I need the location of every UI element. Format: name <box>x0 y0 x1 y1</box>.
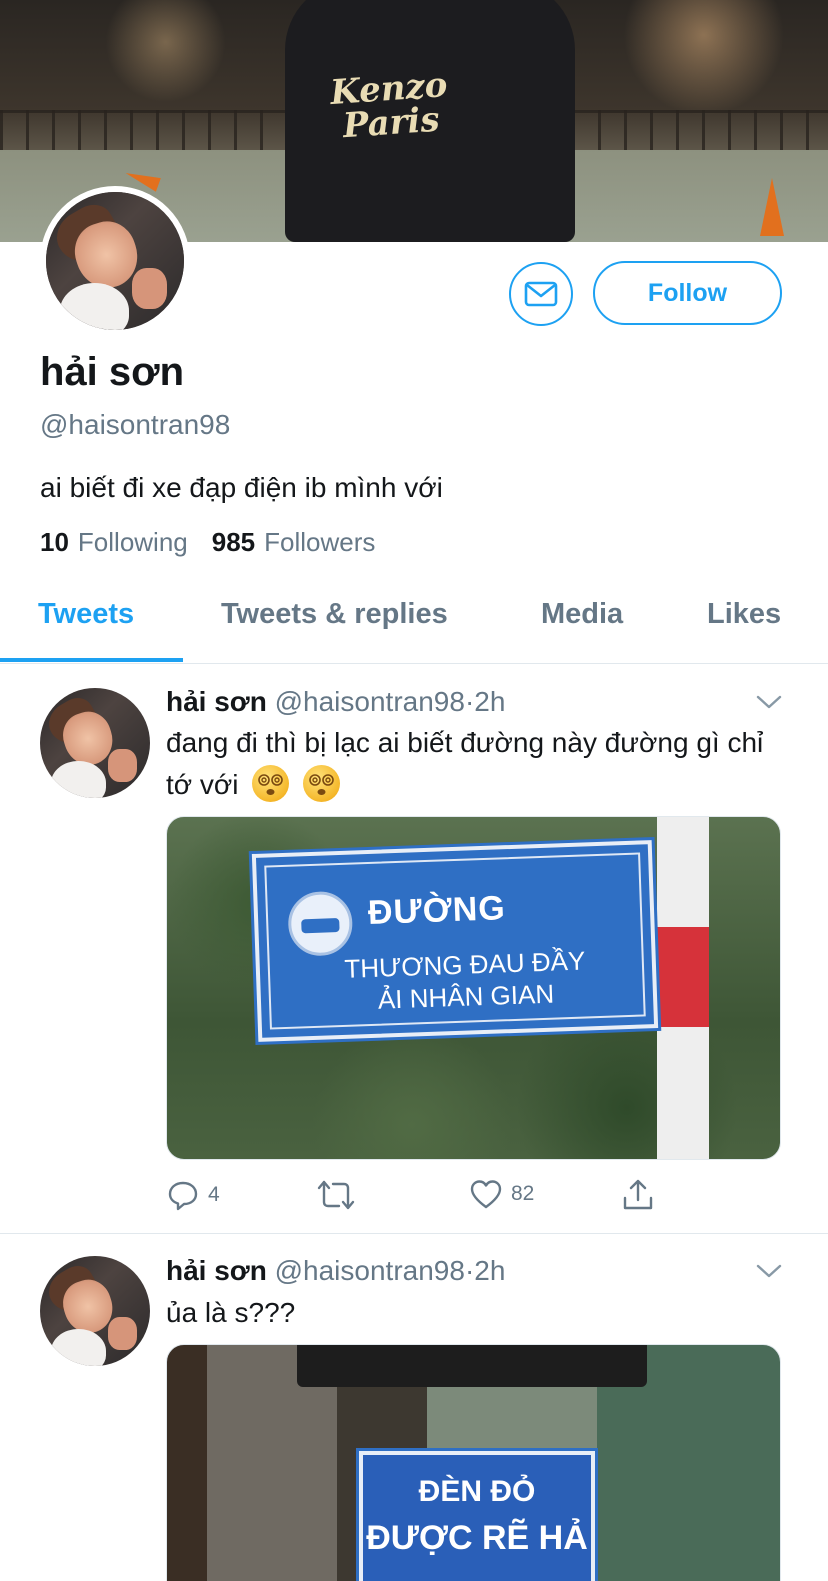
message-button[interactable] <box>509 262 573 326</box>
street-sign: ĐƯỜNG THƯƠNG ĐAU ĐẦY ẢI NHÂN GIAN <box>251 840 659 1042</box>
profile-tabs: Tweets Tweets & replies Media Likes <box>0 580 828 664</box>
reply-icon <box>168 1181 198 1211</box>
envelope-icon <box>524 281 558 307</box>
tweet[interactable]: hải sơn @haisontran98·2h đang đi thì bị … <box>0 664 828 1234</box>
share-icon <box>623 1179 653 1210</box>
avatar-image <box>40 1256 150 1366</box>
retweet-icon <box>317 1180 355 1210</box>
tab-tweets-replies[interactable]: Tweets & replies <box>221 598 448 631</box>
tweet-text: đang đi thì bị lạc ai biết đường này đườ… <box>166 722 786 806</box>
dizzy-face-emoji <box>303 765 341 802</box>
avatar-image <box>46 192 184 330</box>
follow-button[interactable]: Follow <box>593 261 782 325</box>
tweet-time: 2h <box>474 1255 506 1286</box>
tweet[interactable]: hải sơn @haisontran98·2h ủa là s??? ĐÈN … <box>0 1234 828 1581</box>
tab-likes[interactable]: Likes <box>707 598 781 631</box>
profile-handle: @haisontran98 <box>40 409 231 440</box>
sign-pole <box>657 817 709 1159</box>
sign-line: THƯƠNG ĐAU ĐẦY ẢI NHÂN GIAN <box>343 945 586 1015</box>
profile-display-name: hải sơn <box>40 350 185 394</box>
retweet-button[interactable] <box>316 1178 356 1212</box>
tweet-image[interactable]: ĐÈN ĐỎ ĐƯỢC RẼ HẢ <box>166 1344 781 1581</box>
following-count: 10 <box>40 527 69 557</box>
tweet-header: hải sơn @haisontran98·2h <box>166 1255 505 1287</box>
tweet-time: 2h <box>474 686 506 717</box>
reply-count: 4 <box>208 1183 220 1206</box>
profile-bio: ai biết đi xe đạp điện ib mình với <box>40 472 443 503</box>
tweet-image[interactable]: ĐƯỜNG THƯƠNG ĐAU ĐẦY ẢI NHÂN GIAN <box>166 816 781 1160</box>
tweet-author-handle: @haisontran98 <box>274 1255 465 1286</box>
chevron-down-icon[interactable] <box>756 1263 782 1279</box>
sign-line: ĐƯỢC RẼ HẢ <box>366 1519 588 1557</box>
following-stat[interactable]: 10 Following <box>40 527 188 558</box>
tab-media[interactable]: Media <box>541 598 623 631</box>
tweet-author-name[interactable]: hải sơn <box>166 686 267 717</box>
dizzy-face-emoji <box>252 765 290 802</box>
sign-line: ĐƯỜNG <box>367 889 507 933</box>
chevron-down-icon[interactable] <box>756 694 782 710</box>
profile-stats: 10 Following 985 Followers <box>40 527 399 558</box>
traffic-light <box>297 1345 647 1387</box>
avatar-image <box>40 688 150 798</box>
hoodie-print: Kenzo Paris <box>328 65 449 147</box>
heart-icon <box>470 1180 502 1209</box>
tweet-text: ủa là s??? <box>166 1297 296 1328</box>
like-button[interactable]: 82 <box>469 1178 534 1210</box>
following-label: Following <box>77 527 188 557</box>
tweet-avatar[interactable] <box>40 1256 150 1366</box>
share-button[interactable] <box>621 1178 655 1212</box>
followers-count: 985 <box>211 527 256 557</box>
tweet-actions: 4 82 <box>166 1178 781 1218</box>
traffic-cone <box>760 178 784 236</box>
tweet-separator: · <box>464 1255 475 1286</box>
followers-stat[interactable]: 985 Followers <box>212 527 376 558</box>
sign-line: ĐÈN ĐỎ <box>418 1475 536 1508</box>
like-count: 82 <box>511 1182 535 1205</box>
reply-button[interactable]: 4 <box>166 1178 220 1212</box>
tweet-author-name[interactable]: hải sơn <box>166 1255 267 1286</box>
profile-avatar[interactable] <box>40 186 190 336</box>
active-tab-indicator <box>0 658 183 662</box>
street-sign: ĐÈN ĐỎ ĐƯỢC RẼ HẢ <box>359 1451 595 1581</box>
tweet-header: hải sơn @haisontran98·2h <box>166 686 505 718</box>
tweet-separator: · <box>464 686 475 717</box>
tweet-author-handle: @haisontran98 <box>274 686 465 717</box>
tab-tweets[interactable]: Tweets <box>38 598 134 631</box>
followers-label: Followers <box>264 527 376 557</box>
tweet-avatar[interactable] <box>40 688 150 798</box>
